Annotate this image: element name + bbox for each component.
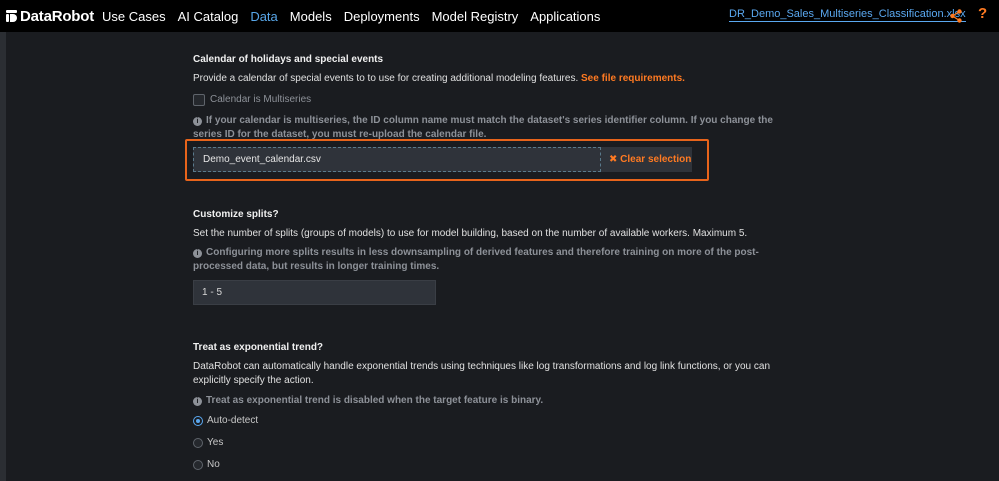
calendar-multiseries-note: i If your calendar is multiseries, the ID… — [193, 114, 803, 142]
help-icon[interactable]: ? — [978, 5, 987, 22]
info-icon: i — [193, 397, 202, 406]
calendar-multiseries-label: Calendar is Multiseries — [210, 94, 312, 105]
radio-yes[interactable] — [193, 438, 203, 448]
dataset-name-link[interactable]: DR_Demo_Sales_Multiseries_Classification… — [729, 8, 966, 22]
splits-description: Set the number of splits (groups of mode… — [193, 228, 748, 239]
trend-description: DataRobot can automatically handle expon… — [193, 361, 771, 386]
calendar-note-text: If your calendar is multiseries, the ID … — [193, 115, 773, 140]
trend-section-title: Treat as exponential trend? — [193, 342, 324, 353]
close-icon: ✖ — [609, 154, 618, 165]
radio-auto-detect[interactable] — [193, 416, 203, 426]
clear-selection-button[interactable]: ✖ Clear selection — [601, 147, 692, 172]
calendar-section-title: Calendar of holidays and special events — [193, 54, 384, 65]
splits-note-text: Configuring more splits results in less … — [193, 247, 759, 272]
calendar-file-field[interactable]: Demo_event_calendar.csv — [193, 147, 601, 172]
radio-no[interactable] — [193, 460, 203, 470]
info-icon: i — [193, 117, 202, 126]
logo-icon — [6, 10, 17, 22]
radio-yes-label: Yes — [207, 437, 224, 448]
calendar-description: Provide a calendar of special events to … — [193, 72, 685, 86]
nav-deployments[interactable]: Deployments — [344, 9, 420, 24]
datarobot-logo[interactable]: DataRobot — [6, 0, 94, 32]
splits-note: i Configuring more splits results in less… — [193, 246, 803, 274]
file-requirements-link[interactable]: See file requirements. — [581, 73, 685, 84]
clear-selection-label: Clear selection — [620, 154, 692, 165]
calendar-description-text: Provide a calendar of special events to … — [193, 73, 579, 84]
splits-section-title: Customize splits? — [193, 209, 279, 220]
radio-auto-detect-label: Auto-detect — [207, 415, 259, 426]
nav-use-cases[interactable]: Use Cases — [102, 9, 166, 24]
trend-note: i Treat as exponential trend is disabled … — [193, 394, 543, 408]
nav-model-registry[interactable]: Model Registry — [432, 9, 519, 24]
radio-no-label: No — [207, 459, 220, 470]
splits-input[interactable]: 1 - 5 — [193, 280, 436, 305]
nav-models[interactable]: Models — [290, 9, 332, 24]
nav-data[interactable]: Data — [250, 9, 277, 24]
share-icon[interactable] — [950, 9, 962, 23]
trend-note-text: Treat as exponential trend is disabled w… — [206, 395, 544, 406]
nav-ai-catalog[interactable]: AI Catalog — [178, 9, 239, 24]
nav-applications[interactable]: Applications — [530, 9, 600, 24]
main-nav: Use Cases AI Catalog Data Models Deploym… — [102, 0, 612, 32]
info-icon: i — [193, 249, 202, 258]
logo-text: DataRobot — [20, 7, 95, 25]
calendar-multiseries-checkbox[interactable] — [193, 94, 205, 106]
